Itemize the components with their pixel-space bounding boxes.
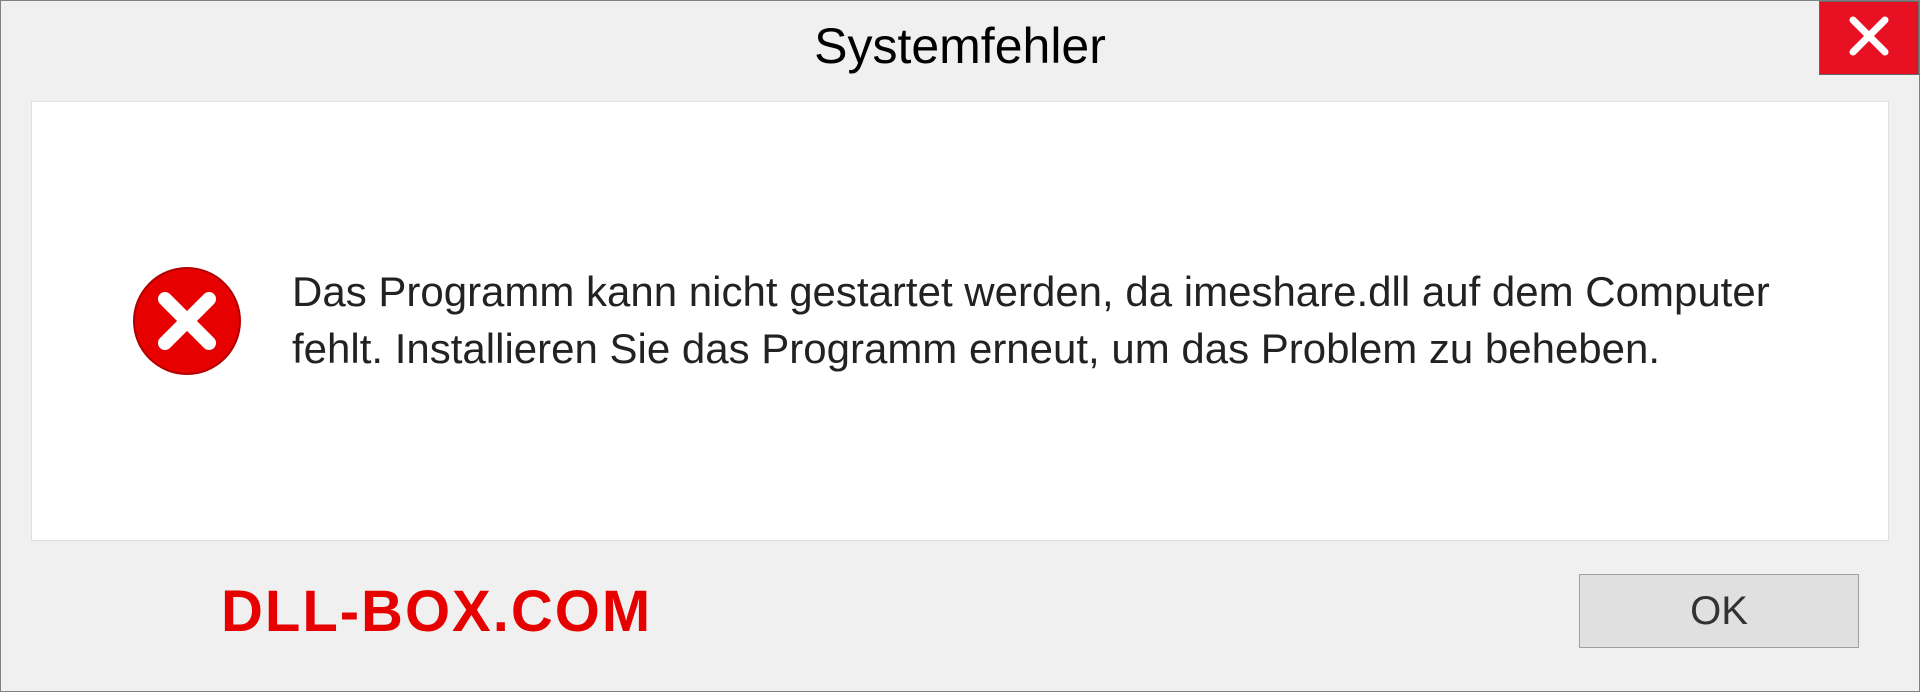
ok-button-label: OK xyxy=(1690,589,1748,634)
dialog-title: Systemfehler xyxy=(814,17,1106,75)
footer: DLL-BOX.COM OK xyxy=(1,561,1919,691)
error-message: Das Programm kann nicht gestartet werden… xyxy=(292,264,1828,377)
watermark-text: DLL-BOX.COM xyxy=(221,578,652,645)
system-error-dialog: Systemfehler Das Programm kann nicht ges… xyxy=(0,0,1920,692)
ok-button[interactable]: OK xyxy=(1579,574,1859,648)
close-button[interactable] xyxy=(1819,1,1919,75)
content-panel: Das Programm kann nicht gestartet werden… xyxy=(31,101,1889,541)
close-icon xyxy=(1847,14,1891,63)
titlebar: Systemfehler xyxy=(1,1,1919,91)
error-icon xyxy=(132,266,242,376)
